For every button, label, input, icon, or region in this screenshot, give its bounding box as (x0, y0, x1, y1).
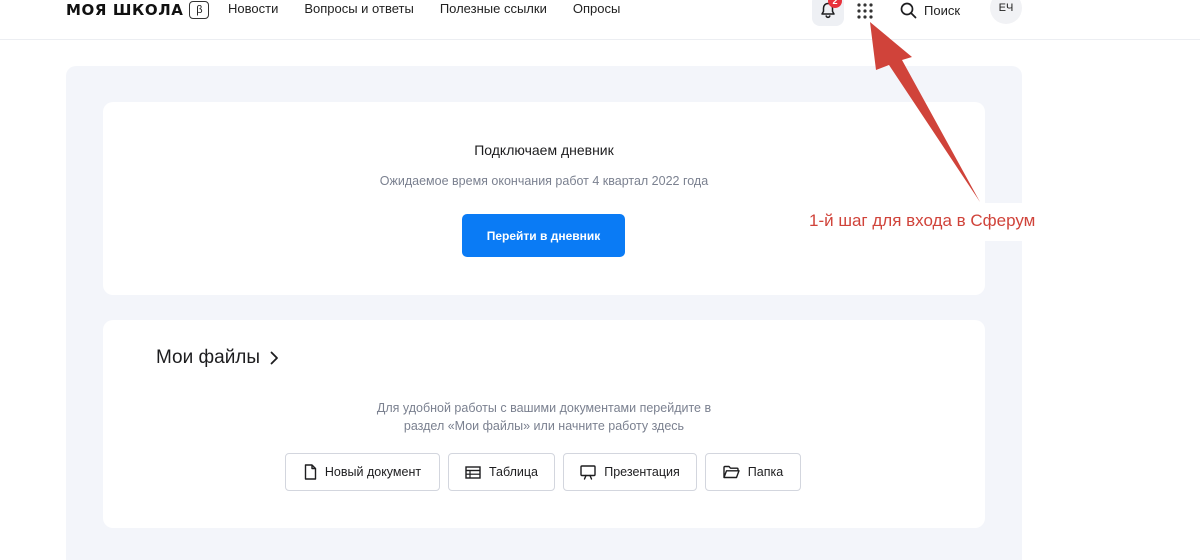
search-button[interactable]: Поиск (900, 0, 960, 20)
diary-subtitle: Ожидаемое время окончания работ 4 кварта… (379, 174, 709, 188)
new-document-label: Новый документ (324, 465, 422, 479)
nav-item-useful-links[interactable]: Полезные ссылки (440, 1, 547, 16)
avatar[interactable]: ЕЧ (990, 0, 1022, 24)
top-header: МОЯ ШКОЛА β Новости Вопросы и ответы Пол… (0, 0, 1200, 40)
notifications-button[interactable]: 2 (812, 0, 844, 26)
go-to-diary-button[interactable]: Перейти в дневник (462, 214, 625, 257)
presentation-button[interactable]: Презентация (563, 453, 697, 491)
files-card: Мои файлы Для удобной работы с вашими до… (103, 320, 985, 528)
my-files-title: Мои файлы (156, 347, 261, 368)
folder-button[interactable]: Папка (705, 453, 801, 491)
table-label: Таблица (488, 465, 538, 479)
chevron-right-icon (270, 351, 278, 365)
nav-item-faq[interactable]: Вопросы и ответы (304, 1, 413, 16)
main-nav: Новости Вопросы и ответы Полезные ссылки… (228, 1, 620, 16)
nav-item-surveys[interactable]: Опросы (573, 1, 620, 16)
beta-badge: β (189, 1, 210, 19)
new-document-button[interactable]: Новый документ (285, 453, 440, 491)
apps-grid-icon[interactable] (856, 2, 874, 20)
page: МОЯ ШКОЛА β Новости Вопросы и ответы Пол… (0, 0, 1200, 560)
notification-badge: 2 (828, 0, 842, 8)
files-description: Для удобной работы с вашими документами … (103, 399, 985, 435)
logo-text: МОЯ ШКОЛА (66, 1, 184, 19)
my-files-link[interactable]: Мои файлы (156, 347, 279, 369)
diary-card: Подключаем дневник Ожидаемое время оконч… (103, 102, 985, 295)
annotation-label: 1-й шаг для входа в Сферум (809, 211, 1036, 230)
files-actions: Новый документ Таблица Презентация Папка (285, 453, 801, 491)
document-icon (304, 464, 317, 480)
folder-icon (723, 465, 740, 479)
logo[interactable]: МОЯ ШКОЛА β (66, 0, 210, 20)
search-label: Поиск (924, 2, 961, 18)
nav-item-news[interactable]: Новости (228, 1, 278, 16)
presentation-icon (580, 464, 596, 480)
files-description-line1: Для удобной работы с вашими документами … (376, 401, 712, 415)
table-icon (465, 465, 481, 479)
search-icon (900, 2, 917, 18)
folder-label: Папка (747, 465, 784, 479)
files-description-line2: раздел «Мои файлы» или начните работу зд… (403, 419, 685, 433)
table-button[interactable]: Таблица (448, 453, 555, 491)
presentation-label: Презентация (604, 465, 680, 479)
diary-title: Подключаем дневник (474, 142, 614, 158)
